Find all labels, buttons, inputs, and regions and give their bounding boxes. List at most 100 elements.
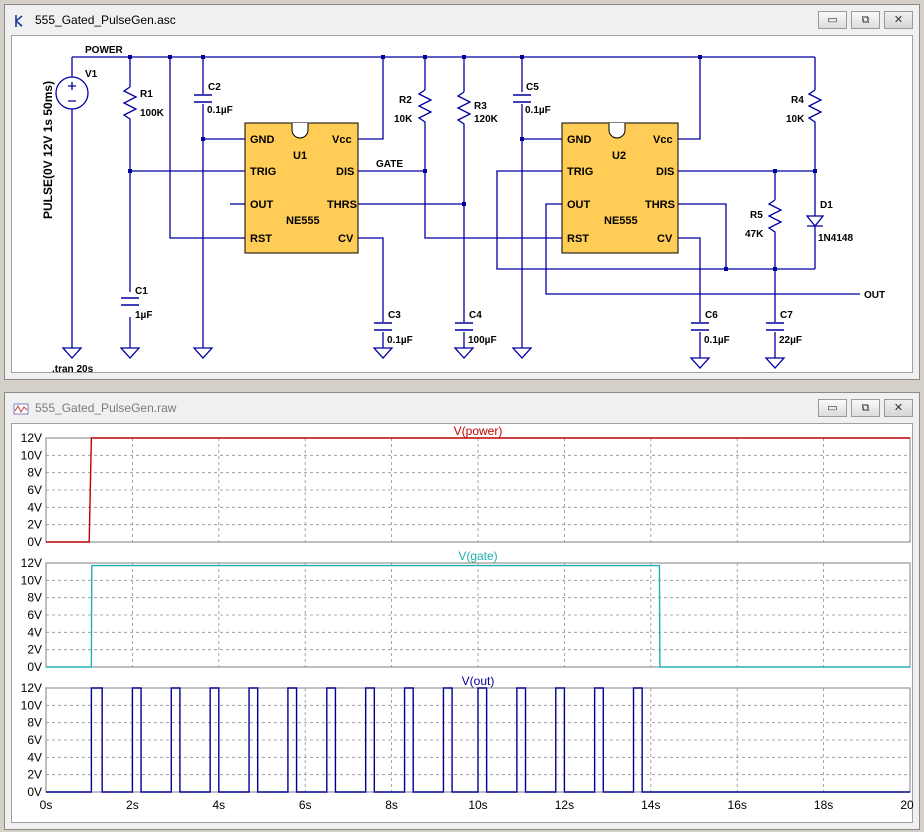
v1-value-label: PULSE(0V 12V 1s 50ms) [41,81,55,219]
minimize-icon: ▭ [827,402,838,414]
r3-name: R3 [474,101,487,112]
minimize-button[interactable]: ▭ [818,11,847,29]
y-tick-label: 12V [21,681,42,695]
y-tick-label: 2V [27,518,42,532]
waveform-charts[interactable]: V(power) 12V 10V 8V 6V 4V 2V 0V V(gate) 12V 10V 8V 6… [12,424,914,824]
x-tick-label: 16s [728,798,747,812]
y-tick-label: 6V [27,608,42,622]
u2-pin-out: OUT [567,199,591,211]
restore-button[interactable]: ⧉ [851,399,880,417]
capacitor-symbols [121,94,784,331]
c5-name: C5 [526,82,539,93]
u2-part: NE555 [604,215,638,227]
u1-pin-thrs: THRS [327,199,357,211]
waveform-window-title: 555_Gated_PulseGen.raw [35,401,177,415]
r2-name: R2 [399,95,412,106]
r1-value: 100K [140,108,165,119]
c6-name: C6 [705,310,718,321]
y-tick-label: 10V [21,573,42,587]
waveform-plot-area[interactable]: V(power) 12V 10V 8V 6V 4V 2V 0V V(gate) 12V 10V 8V 6… [11,423,914,824]
u1-pin-rst: RST [250,233,272,245]
u2-pin-gnd: GND [567,134,592,146]
schematic-window: 555_Gated_PulseGen.asc ▭ ⧉ ✕ GND Vcc U1 … [4,4,920,380]
y-tick-label: 2V [27,643,42,657]
u1-part: NE555 [286,215,320,227]
voltage-source-symbol [55,76,89,110]
u1-pin-gnd: GND [250,134,275,146]
schematic-window-title: 555_Gated_PulseGen.asc [35,13,176,27]
u2-pin-vcc: Vcc [653,134,673,146]
schematic-canvas[interactable]: GND Vcc U1 TRIG DIS OUT THRS NE555 RST C… [11,35,913,373]
x-tick-label: 0s [40,798,53,812]
y-tick-label: 4V [27,625,42,639]
c2-name: C2 [208,82,221,93]
close-button[interactable]: ✕ [884,399,913,417]
y-tick-label: 8V [27,716,42,730]
x-tick-label: 14s [641,798,660,812]
trace-title: V(gate) [458,549,497,563]
y-tick-label: 0V [27,535,42,549]
c3-value: 0.1µF [387,335,413,346]
close-icon: ✕ [893,14,904,26]
restore-icon: ⧉ [861,14,870,26]
y-tick-label: 4V [27,750,42,764]
y-tick-label: 8V [27,466,42,480]
r2-value: 10K [394,114,413,125]
schematic-app-icon [15,15,23,27]
y-tick-label: 2V [27,768,42,782]
minimize-icon: ▭ [827,14,838,26]
c6-value: 0.1µF [704,335,730,346]
c3-name: C3 [388,310,401,321]
waveform-titlebar[interactable]: 555_Gated_PulseGen.raw ▭ ⧉ ✕ [5,393,919,423]
y-tick-label: 12V [21,431,42,445]
u1-pin-vcc: Vcc [332,134,352,146]
close-icon: ✕ [893,402,904,414]
ground-symbols [61,347,786,369]
y-tick-label: 0V [27,785,42,799]
restore-button[interactable]: ⧉ [851,11,880,29]
c4-value: 100µF [468,335,497,346]
trace-title: V(out) [462,674,495,688]
tran-directive[interactable]: .tran 20s [52,364,94,372]
wires [71,56,860,358]
x-tick-label: 10s [468,798,487,812]
y-tick-label: 10V [21,698,42,712]
c4-name: C4 [469,310,482,321]
c1-name: C1 [135,286,148,297]
y-tick-label: 10V [21,448,42,462]
restore-icon: ⧉ [861,402,870,414]
c2-value: 0.1µF [207,105,233,116]
schematic-titlebar[interactable]: 555_Gated_PulseGen.asc ▭ ⧉ ✕ [5,5,919,35]
x-tick-label: 12s [555,798,574,812]
x-tick-label: 4s [212,798,225,812]
c7-value: 22µF [779,335,802,346]
u2-pin-trig: TRIG [567,166,593,178]
waveform-window: 555_Gated_PulseGen.raw ▭ ⧉ ✕ V(power) 12V… [4,392,920,830]
minimize-button[interactable]: ▭ [818,399,847,417]
c5-value: 0.1µF [525,105,551,116]
u1-pin-out: OUT [250,199,274,211]
r3-value: 120K [474,114,499,125]
close-button[interactable]: ✕ [884,11,913,29]
r1-name: R1 [140,89,153,100]
y-tick-label: 4V [27,500,42,514]
x-tick-label: 18s [814,798,833,812]
u1-label: U1 [293,150,307,162]
net-power-label: POWER [85,45,124,56]
x-tick-label: 20s [900,798,914,812]
u1-pin-cv: CV [338,233,354,245]
c7-name: C7 [780,310,793,321]
diode-symbol [805,215,825,228]
u2-pin-dis: DIS [656,166,674,178]
y-tick-label: 6V [27,733,42,747]
u2-pin-rst: RST [567,233,589,245]
y-tick-label: 0V [27,660,42,674]
y-tick-label: 6V [27,483,42,497]
d1-value: 1N4148 [818,233,853,244]
r4-name: R4 [791,95,804,106]
r5-name: R5 [750,210,763,221]
r5-value: 47K [745,229,764,240]
x-tick-label: 6s [299,798,312,812]
waveform-app-icon [13,403,29,415]
u1-pin-dis: DIS [336,166,354,178]
